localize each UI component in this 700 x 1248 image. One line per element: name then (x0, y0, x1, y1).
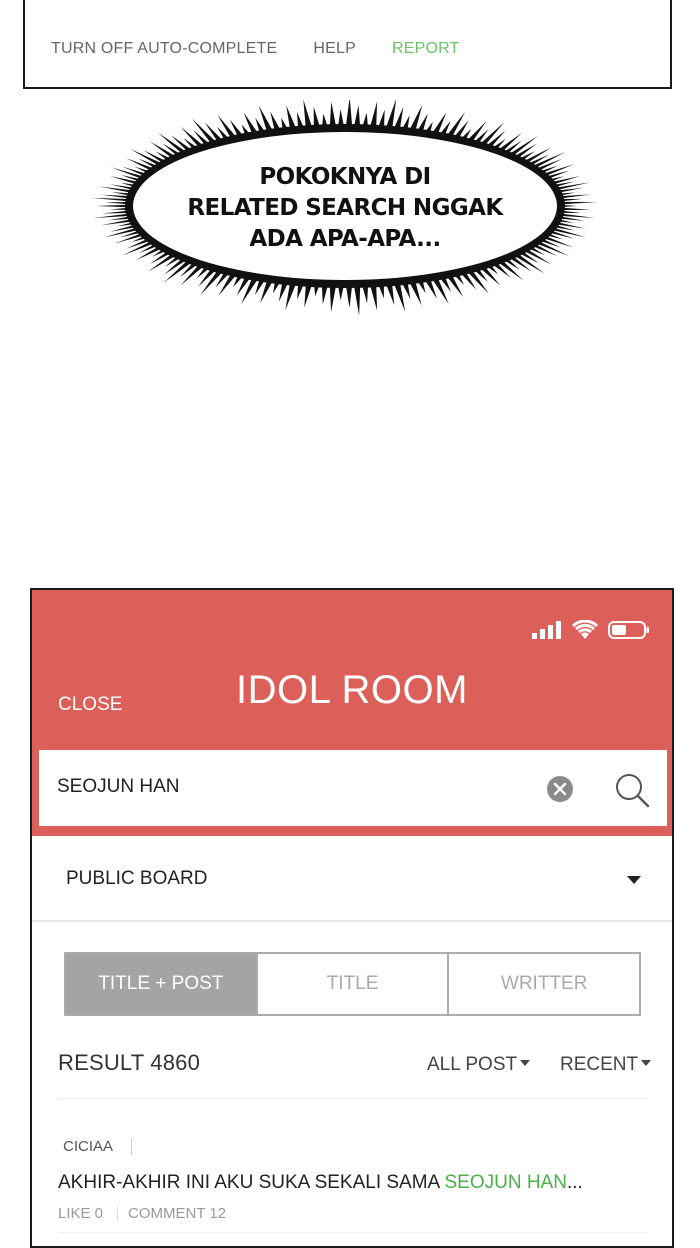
tab-title[interactable]: TITLE (255, 954, 448, 1014)
divider (117, 1206, 119, 1221)
autocomplete-footer: TURN OFF AUTO-COMPLETE HELP REPORT (51, 40, 460, 58)
post-title-highlight: SEOJUN HAN (444, 1172, 567, 1193)
post-author[interactable]: CICIAA (63, 1138, 113, 1155)
post-title[interactable]: AKHIR-AKHIR INI AKU SUKA SEKALI SAMA SEO… (58, 1172, 583, 1194)
bubble-line: RELATED SEARCH NGGAK (187, 195, 503, 221)
page-title: IDOL ROOM (236, 668, 468, 712)
post-meta: LIKE 0 COMMENT 12 (58, 1205, 226, 1222)
comment-count: COMMENT 12 (128, 1205, 227, 1222)
idol-room-screen: CLOSE IDOL ROOM SEOJUN HAN PUBLIC BOARD … (30, 588, 674, 1248)
post-title-ellipsis: ... (566, 1172, 583, 1193)
like-count: LIKE 0 (58, 1205, 104, 1222)
bubble-line: POKOKNYA DI (259, 164, 431, 190)
clear-icon[interactable] (546, 775, 574, 803)
scope-filter[interactable]: ALL POST (427, 1054, 531, 1076)
sort-filter-label: RECENT (560, 1054, 639, 1075)
scope-filter-label: ALL POST (427, 1054, 518, 1075)
report-link[interactable]: REPORT (392, 40, 460, 58)
search-scope-tabs: TITLE + POST TITLE WRITTER (64, 952, 641, 1016)
search-bar[interactable]: SEOJUN HAN (39, 750, 667, 826)
search-results: TITLE + POST TITLE WRITTER RESULT 4860 A… (32, 922, 672, 1246)
chevron-down-icon (641, 1059, 652, 1066)
result-count: RESULT 4860 (58, 1050, 201, 1075)
divider (131, 1139, 132, 1155)
wifi-icon (572, 620, 598, 639)
post-title-text: AKHIR-AKHIR INI AKU SUKA SEKALI SAMA (58, 1172, 445, 1193)
bubble-line: ADA APA-APA... (249, 226, 441, 252)
dropdown-icon[interactable] (627, 876, 641, 884)
sort-filter[interactable]: RECENT (560, 1054, 652, 1076)
turn-off-autocomplete-link[interactable]: TURN OFF AUTO-COMPLETE (51, 40, 277, 58)
board-select-value: PUBLIC BOARD (66, 868, 208, 889)
help-link[interactable]: HELP (313, 40, 356, 58)
board-select[interactable]: PUBLIC BOARD (32, 836, 672, 922)
status-bar (532, 620, 650, 640)
tab-writter[interactable]: WRITTER (447, 954, 640, 1014)
search-icon[interactable] (614, 772, 650, 808)
tab-title-post[interactable]: TITLE + POST (66, 954, 256, 1014)
chevron-down-icon (520, 1059, 531, 1066)
divider (58, 1098, 648, 1099)
speech-bubble-text: POKOKNYA DI RELATED SEARCH NGGAK ADA APA… (180, 162, 510, 255)
divider (58, 1232, 648, 1233)
signal-icon (532, 621, 561, 639)
autocomplete-panel: TURN OFF AUTO-COMPLETE HELP REPORT (23, 0, 672, 89)
battery-icon (608, 621, 649, 639)
search-input[interactable]: SEOJUN HAN (57, 776, 179, 798)
app-header: CLOSE IDOL ROOM SEOJUN HAN (32, 590, 672, 836)
